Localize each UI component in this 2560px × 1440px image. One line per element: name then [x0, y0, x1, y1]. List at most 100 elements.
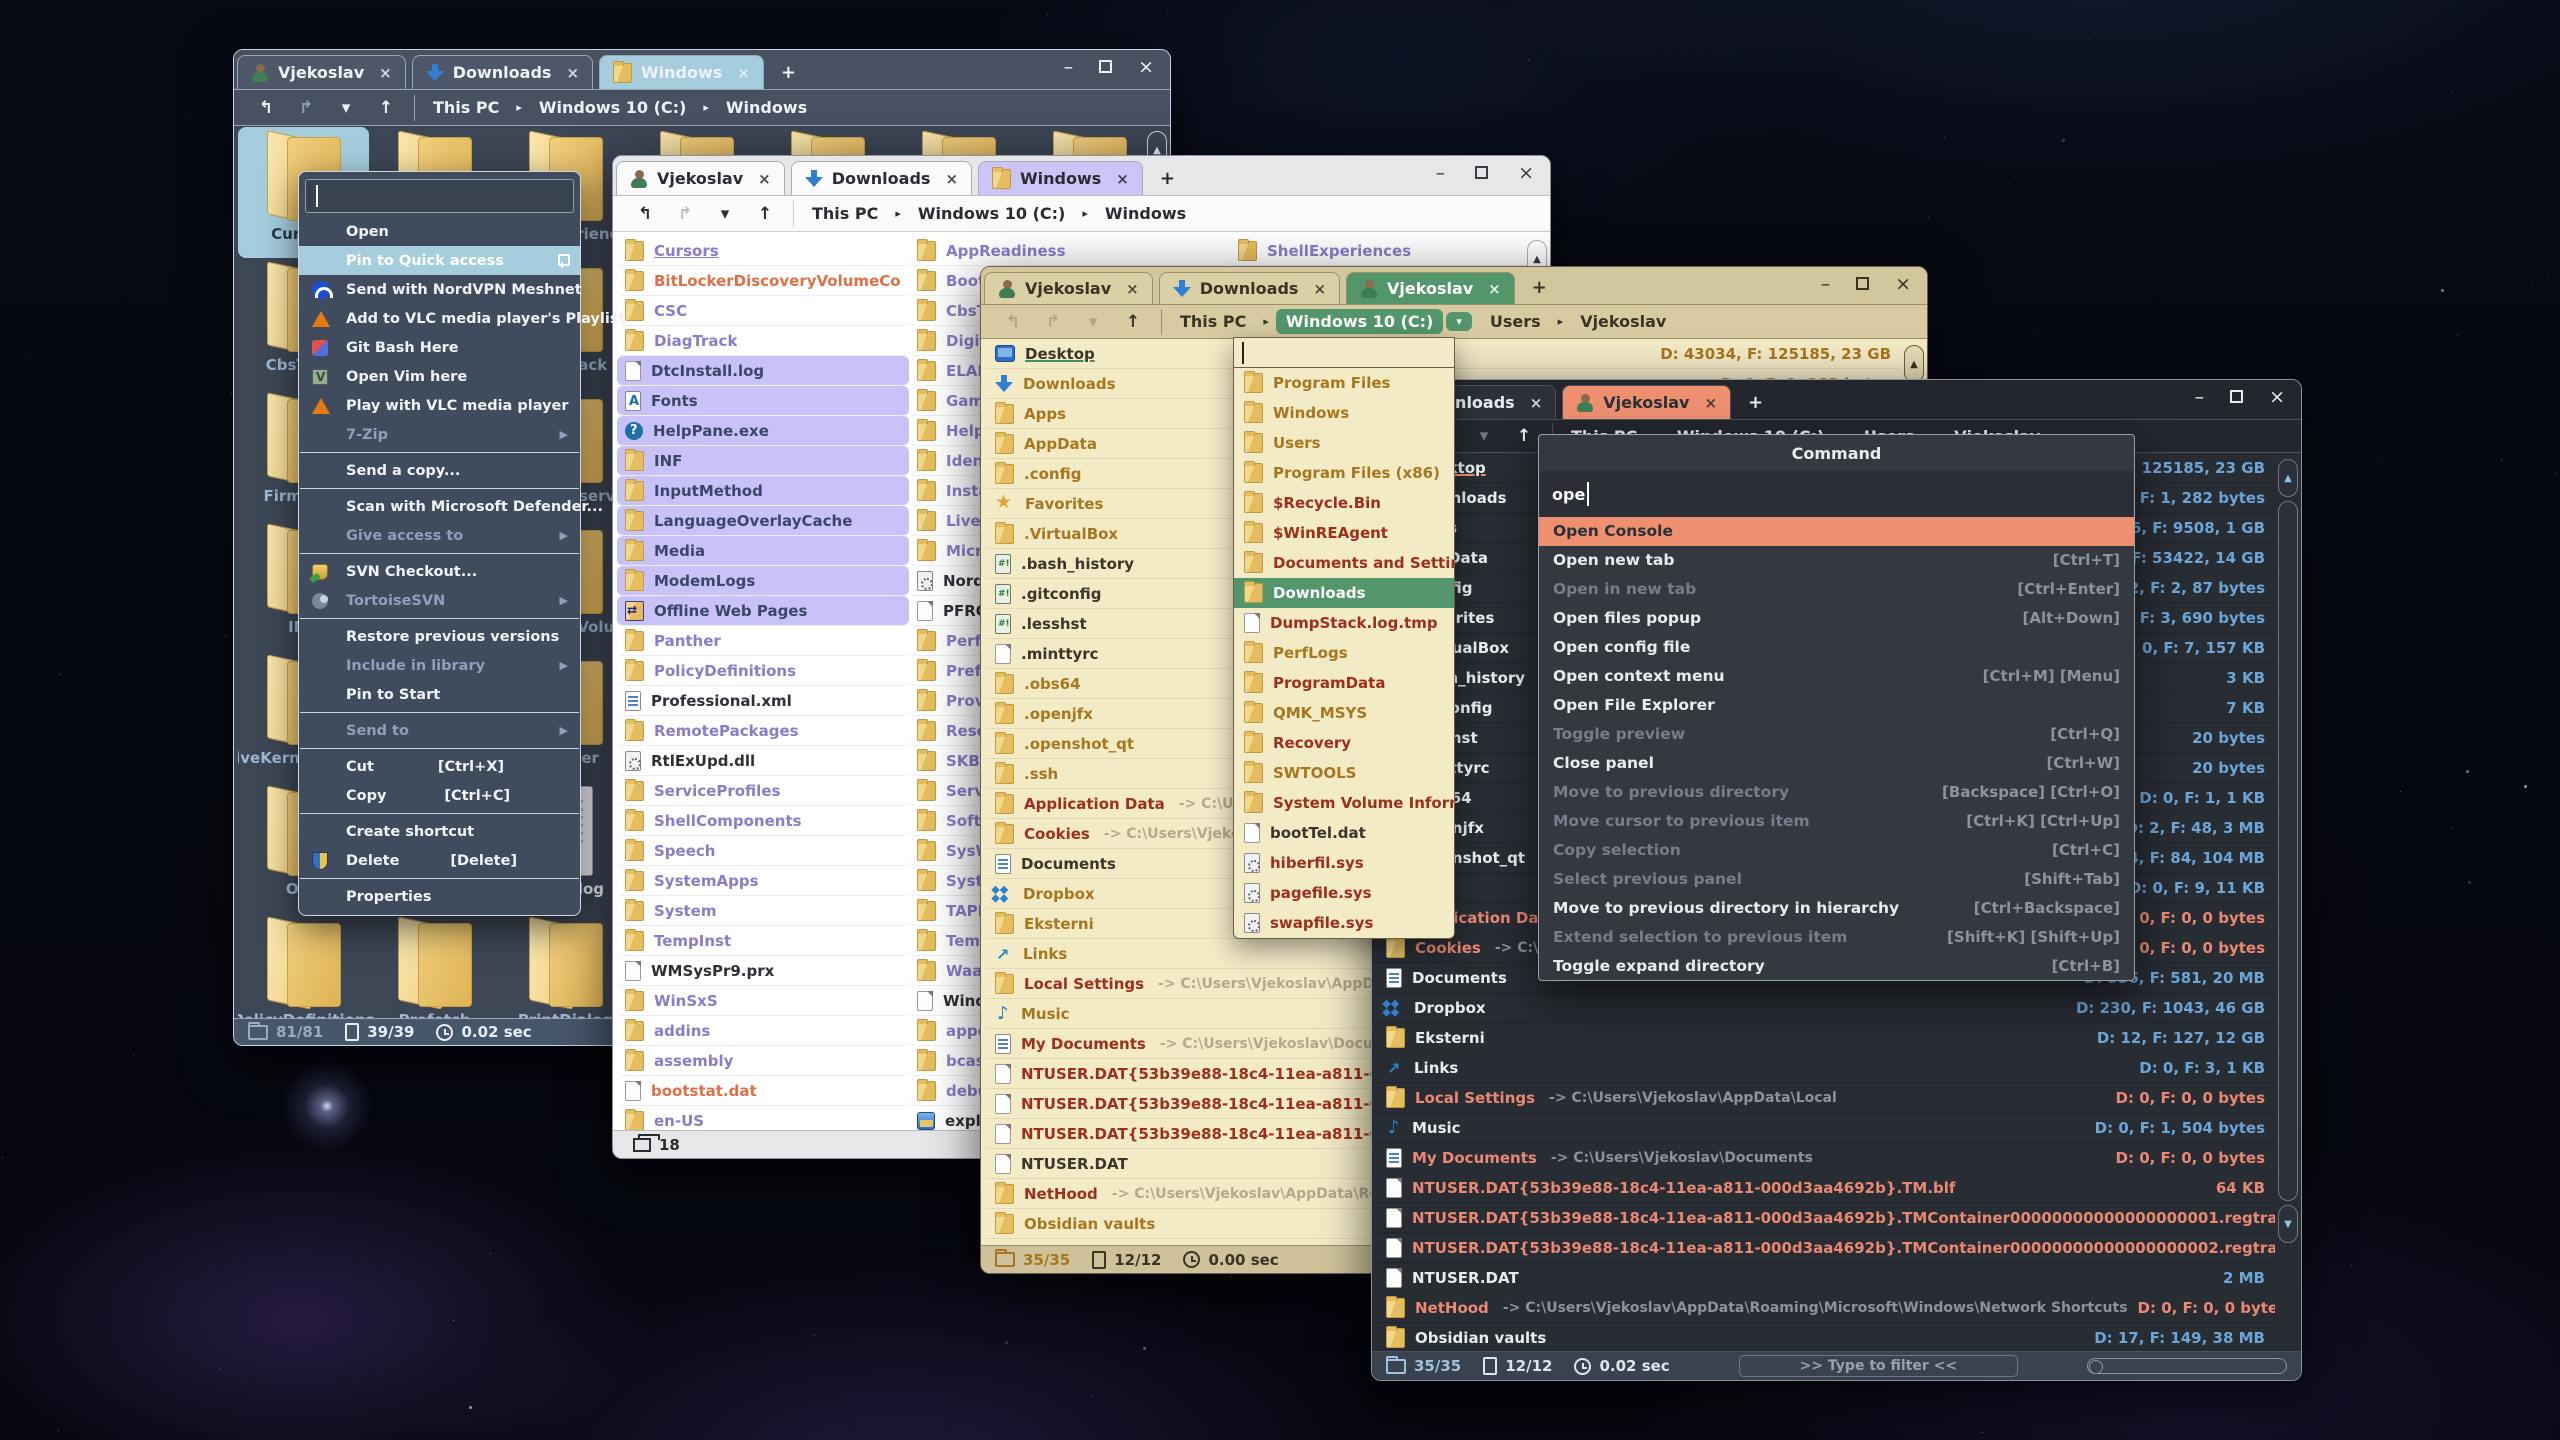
scrollbar[interactable]: ▲ ▼: [2277, 459, 2299, 1348]
back-button[interactable]: ↰: [625, 204, 665, 224]
close-button[interactable]: ×: [1518, 164, 1534, 183]
forward-button[interactable]: ↱: [665, 204, 705, 224]
file-list-item[interactable]: TempInst: [617, 926, 909, 956]
dropdown-item[interactable]: $Recycle.Bin: [1234, 488, 1454, 518]
file-list-item[interactable]: Obsidian vaultsD: 17, F: 149, 38 MB: [1376, 1323, 2275, 1351]
breadcrumb-label[interactable]: Users: [1480, 309, 1551, 334]
breadcrumb-label[interactable]: This PC: [1170, 309, 1256, 334]
breadcrumb-label[interactable]: Windows 10 (C:): [908, 201, 1075, 226]
dropdown-item[interactable]: Windows: [1234, 398, 1454, 428]
context-menu-item[interactable]: [300, 553, 579, 554]
file-list-item[interactable]: WMSysPr9.prx: [617, 956, 909, 986]
context-menu-item[interactable]: Create shortcut: [299, 817, 580, 846]
file-list-item[interactable]: DropboxD: 230, F: 1043, 46 GB: [1376, 993, 2275, 1023]
context-menu-item[interactable]: Give access to▶: [299, 521, 580, 550]
context-menu-item[interactable]: Open Vim here: [299, 362, 580, 391]
drive-dropdown-button[interactable]: ▾: [1446, 312, 1472, 331]
command-palette-item[interactable]: Open files popup[Alt+Down]: [1539, 604, 2134, 633]
context-menu-item[interactable]: Git Bash Here: [299, 333, 580, 362]
file-list-item[interactable]: SystemApps: [617, 866, 909, 896]
history-dropdown-button[interactable]: ▾: [705, 204, 745, 224]
file-list-item[interactable]: ModemLogs: [617, 566, 909, 596]
file-list-item[interactable]: Speech: [617, 836, 909, 866]
dropdown-item[interactable]: SWTOOLS: [1234, 758, 1454, 788]
command-palette-item[interactable]: Open new tab[Ctrl+T]: [1539, 546, 2134, 575]
context-menu-item[interactable]: Properties: [299, 882, 580, 911]
file-list-item[interactable]: LinksD: 0, F: 3, 1 KB: [1376, 1053, 2275, 1083]
dropdown-item[interactable]: Recovery: [1234, 728, 1454, 758]
up-button[interactable]: ↑: [1113, 312, 1153, 332]
context-menu-item[interactable]: Open: [299, 217, 580, 246]
command-palette-item[interactable]: Close panel[Ctrl+W]: [1539, 749, 2134, 778]
file-list-item[interactable]: ShellExperiences: [1230, 236, 1545, 266]
file-list-item[interactable]: LanguageOverlayCache: [617, 506, 909, 536]
breadcrumb-item[interactable]: This PC▸: [423, 95, 529, 120]
tab-close-icon[interactable]: ×: [1704, 394, 1717, 412]
file-list-item[interactable]: en-US: [617, 1106, 909, 1130]
dropdown-item[interactable]: pagefile.sys: [1234, 878, 1454, 908]
breadcrumb-item[interactable]: This PC▸: [802, 201, 908, 226]
new-tab-button[interactable]: +: [1160, 168, 1175, 189]
command-palette-item[interactable]: Select previous panel[Shift+Tab]: [1539, 864, 2134, 893]
file-list-item[interactable]: PolicyDefinitions: [617, 656, 909, 686]
command-palette-item[interactable]: Open Console: [1539, 517, 2134, 546]
tab-close-icon[interactable]: ×: [1530, 394, 1543, 412]
dropdown-item[interactable]: ProgramData: [1234, 668, 1454, 698]
command-palette-input[interactable]: ope: [1540, 471, 2133, 517]
context-menu-item[interactable]: [300, 878, 579, 879]
new-tab-button[interactable]: +: [1748, 392, 1763, 413]
context-menu-item[interactable]: Pin to Start: [299, 680, 580, 709]
dropdown-item[interactable]: $WinREAgent: [1234, 518, 1454, 548]
minimize-button[interactable]: –: [1436, 164, 1446, 183]
new-tab-button[interactable]: +: [1532, 277, 1547, 298]
context-menu-item[interactable]: TortoiseSVN▶: [299, 586, 580, 615]
forward-button[interactable]: ↱: [1033, 312, 1073, 332]
dropdown-item[interactable]: PerfLogs: [1234, 638, 1454, 668]
dropdown-item[interactable]: System Volume Information: [1234, 788, 1454, 818]
file-list-item[interactable]: EksterniD: 12, F: 127, 12 GB: [1376, 1023, 2275, 1053]
tab-close-icon[interactable]: ×: [566, 64, 579, 82]
file-list-item[interactable]: System: [617, 896, 909, 926]
file-list-item[interactable]: RtlExUpd.dll: [617, 746, 909, 776]
command-palette-item[interactable]: Open context menu[Ctrl+M] [Menu]: [1539, 662, 2134, 691]
file-list-item[interactable]: NTUSER.DAT{53b39e88-18c4-11ea-a811-000d3…: [1376, 1203, 2275, 1233]
file-list-item[interactable]: Professional.xml: [617, 686, 909, 716]
forward-button[interactable]: ↱: [286, 98, 326, 118]
file-list-item[interactable]: bootstat.dat: [617, 1076, 909, 1106]
file-list-item[interactable]: Media: [617, 536, 909, 566]
maximize-button[interactable]: [1856, 275, 1869, 294]
context-menu-item[interactable]: [300, 618, 579, 619]
command-palette-item[interactable]: Extend selection to previous item[Shift+…: [1539, 922, 2134, 951]
tab-close-icon[interactable]: ×: [1313, 280, 1326, 298]
tab[interactable]: Vjekoslav×: [237, 55, 406, 89]
context-menu-item[interactable]: Scan with Microsoft Defender...: [299, 492, 580, 521]
dropdown-item[interactable]: Users: [1234, 428, 1454, 458]
command-palette-item[interactable]: Open File Explorer: [1539, 691, 2134, 720]
breadcrumb-label[interactable]: Windows: [716, 95, 817, 120]
file-list-item[interactable]: NTUSER.DAT2 MB: [1376, 1263, 2275, 1293]
tab-close-icon[interactable]: ×: [758, 170, 771, 188]
dropdown-filter-input[interactable]: [1234, 338, 1454, 368]
file-list-item[interactable]: My Documents-> C:\Users\Vjekoslav\Docume…: [1376, 1143, 2275, 1173]
back-button[interactable]: ↰: [993, 312, 1033, 332]
context-menu-item[interactable]: SVN Checkout...: [299, 557, 580, 586]
dropdown-item[interactable]: Downloads: [1234, 578, 1454, 608]
file-list-item[interactable]: HelpPane.exe: [617, 416, 909, 446]
file-list-item[interactable]: CSC: [617, 296, 909, 326]
command-palette-item[interactable]: Move cursor to previous item[Ctrl+K] [Ct…: [1539, 806, 2134, 835]
tab[interactable]: Downloads×: [412, 55, 593, 89]
breadcrumb-item[interactable]: Windows: [716, 95, 831, 120]
file-list-item[interactable]: DtcInstall.log: [617, 356, 909, 386]
file-list-item[interactable]: INF: [617, 446, 909, 476]
context-menu-item[interactable]: Pin to Quick access: [299, 246, 580, 275]
command-palette-item[interactable]: Move to previous directory in hierarchy[…: [1539, 893, 2134, 922]
breadcrumb-item[interactable]: Vjekoslav: [1570, 309, 1690, 334]
context-menu-item[interactable]: [300, 712, 579, 713]
context-menu-item[interactable]: [300, 488, 579, 489]
breadcrumb-item[interactable]: Windows 10 (C:)▸: [529, 95, 716, 120]
breadcrumb-drive[interactable]: Windows 10 (C:): [1276, 309, 1443, 334]
tab-close-icon[interactable]: ×: [945, 170, 958, 188]
dropdown-item[interactable]: DumpStack.log.tmp: [1234, 608, 1454, 638]
command-palette-item[interactable]: Copy selection[Ctrl+C]: [1539, 835, 2134, 864]
dropdown-item[interactable]: bootTel.dat: [1234, 818, 1454, 848]
